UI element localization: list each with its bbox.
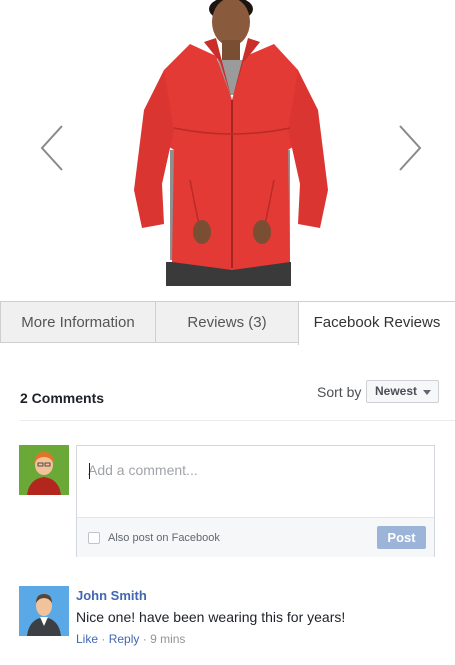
comment-item: John Smith Nice one! have been wearing t… (76, 588, 446, 646)
like-link[interactable]: Like (76, 632, 98, 646)
sort-selected-value: Newest (375, 384, 418, 398)
post-button[interactable]: Post (377, 526, 426, 549)
comment-composer: Also post on Facebook Post (76, 445, 435, 557)
post-to-facebook-label: Also post on Facebook (108, 532, 220, 544)
divider (20, 420, 455, 421)
comments-header: 2 Comments Sort by Newest (20, 378, 440, 408)
comment-timestamp: 9 mins (150, 632, 186, 646)
composer-footer: Also post on Facebook Post (77, 517, 434, 557)
current-user-avatar (19, 445, 69, 495)
tab-reviews[interactable]: Reviews (3) (155, 301, 299, 343)
sort-label: Sort by (317, 384, 362, 400)
comment-actions: Like · Reply · 9 mins (76, 632, 446, 646)
reply-link[interactable]: Reply (109, 632, 140, 646)
tab-more-information[interactable]: More Information (0, 301, 156, 343)
chevron-left-icon[interactable] (32, 118, 72, 178)
comment-author-name[interactable]: John Smith (76, 588, 446, 603)
product-tabs: More Information Reviews (3) Facebook Re… (0, 301, 455, 345)
product-gallery (0, 0, 455, 302)
text-cursor (89, 463, 90, 479)
comments-count: 2 Comments (20, 390, 105, 406)
comment-text: Nice one! have been wearing this for yea… (76, 609, 346, 625)
tab-facebook-reviews[interactable]: Facebook Reviews (298, 301, 455, 345)
separator: · (101, 632, 106, 646)
sort-dropdown[interactable]: Newest (366, 380, 439, 403)
post-to-facebook-checkbox[interactable] (88, 532, 100, 544)
caret-down-icon (423, 390, 431, 395)
chevron-right-icon[interactable] (390, 118, 430, 178)
product-image (134, 0, 328, 286)
separator: · (142, 632, 147, 646)
comment-author-avatar (19, 586, 69, 636)
comment-input[interactable] (77, 446, 434, 516)
